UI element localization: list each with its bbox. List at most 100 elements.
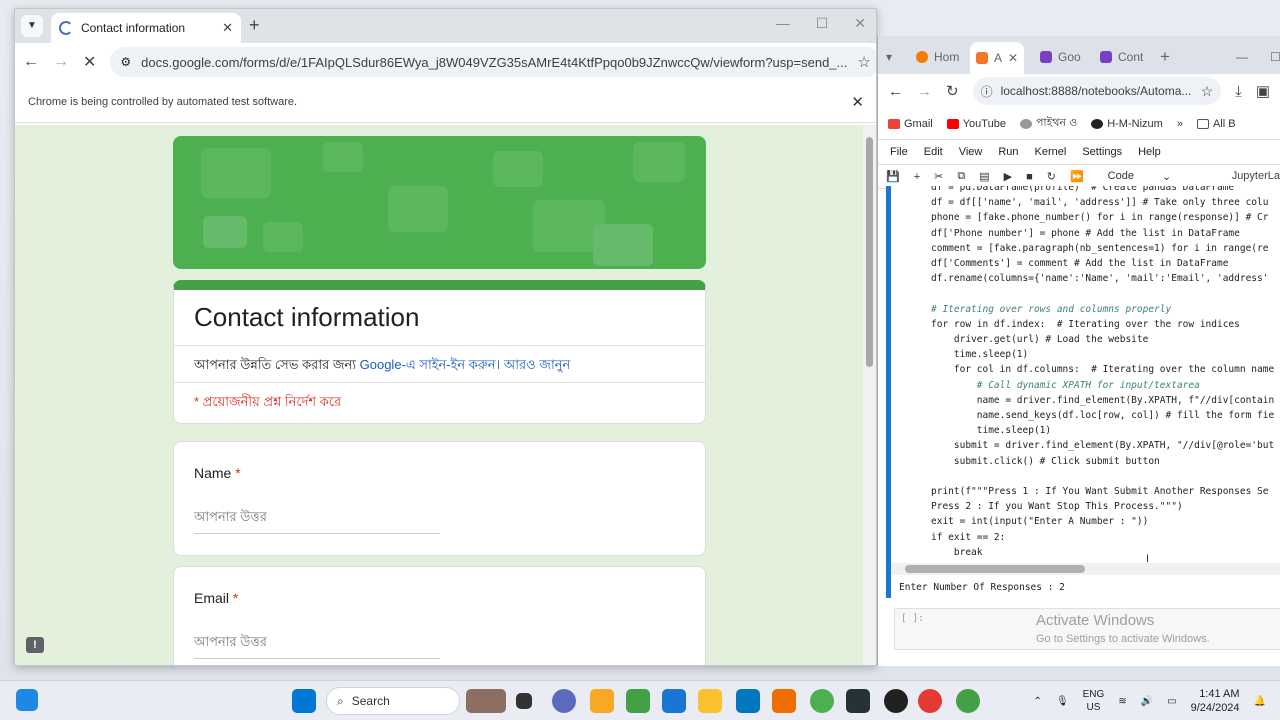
email-answer-input[interactable]: আপনার উত্তর	[194, 633, 440, 659]
back-icon[interactable]: ←	[888, 83, 903, 100]
volume-icon[interactable]: 🔊	[1141, 696, 1153, 707]
wifi-icon[interactable]: ≋	[1118, 696, 1126, 707]
microphone-icon[interactable]: 🎙	[1056, 696, 1069, 707]
chrome-icon[interactable]	[810, 689, 834, 713]
code-cell[interactable]: df = pd.DataFrame(profile) # Create pand…	[886, 186, 1280, 581]
terminal-icon[interactable]	[846, 689, 870, 713]
taskbar-search[interactable]: ⌕ Search	[326, 687, 460, 715]
feedback-icon[interactable]: !	[26, 637, 44, 653]
form-page: Contact information আপনার উন্নতি সেভ করা…	[15, 125, 865, 665]
extensions-icon[interactable]: ▣	[1256, 82, 1270, 100]
tab-dropdown-icon[interactable]: ▾	[886, 44, 892, 70]
info-icon[interactable]: ⓘ	[981, 83, 993, 100]
menu-run[interactable]: Run	[998, 146, 1018, 158]
forward-icon[interactable]: →	[53, 53, 69, 71]
restart-icon[interactable]: ↻	[1047, 170, 1056, 183]
bookmark-star-icon[interactable]: ☆	[1201, 83, 1214, 100]
battery-icon[interactable]: ▭	[1167, 696, 1176, 707]
file-icon[interactable]	[590, 689, 614, 713]
forms-tab-icon	[1100, 51, 1112, 63]
start-icon[interactable]	[292, 689, 316, 713]
all-bookmarks[interactable]: All B	[1196, 118, 1236, 130]
reload-icon[interactable]: ↻	[946, 82, 959, 100]
github-desktop-icon[interactable]	[884, 689, 908, 713]
infobar-close-icon[interactable]: ✕	[851, 93, 864, 111]
signin-link[interactable]: Google-এ সাইন-ইন করুন।	[360, 357, 501, 372]
required-note: * প্রয়োজনীয় প্রশ্ন নির্দেশ করে	[194, 394, 342, 409]
close-tab-icon[interactable]: ✕	[222, 20, 233, 36]
menu-kernel[interactable]: Kernel	[1035, 146, 1067, 158]
menu-view[interactable]: View	[959, 146, 983, 158]
automation-infobar: Chrome is being controlled by automated …	[15, 81, 876, 123]
code-editor[interactable]: df = pd.DataFrame(profile) # Create pand…	[931, 186, 1274, 560]
bookmark-gmail[interactable]: Gmail	[888, 118, 933, 130]
tab-contact[interactable]: Cont	[1100, 44, 1143, 70]
minimize-icon[interactable]: —	[1236, 44, 1248, 70]
chrome-profile-icon[interactable]	[956, 689, 980, 713]
bookmark-youtube[interactable]: YouTube	[946, 118, 1006, 130]
stop-loading-icon[interactable]: ✕	[83, 52, 96, 72]
notification-bell-icon[interactable]: 🔔	[1254, 696, 1266, 707]
task-view-icon[interactable]	[516, 693, 532, 709]
code-line: print(f"""Press 1 : If You Want Submit A…	[931, 486, 1269, 498]
learn-more-link[interactable]: আরও জানুন	[500, 357, 570, 372]
maximize-icon[interactable]: ☐	[1270, 44, 1280, 70]
tab-home[interactable]: Hom	[916, 44, 959, 70]
question-label-text: Email	[194, 590, 230, 606]
chrome-active-icon[interactable]	[918, 689, 942, 713]
tab-jupyter[interactable]: A ✕	[970, 42, 1025, 74]
run-all-icon[interactable]: ⏩	[1070, 170, 1084, 183]
menu-edit[interactable]: Edit	[924, 146, 943, 158]
new-tab-icon[interactable]: +	[1160, 44, 1170, 70]
save-icon[interactable]: 💾	[886, 170, 900, 183]
back-icon[interactable]: ←	[23, 53, 39, 71]
cell-type-select[interactable]: Code ⌄	[1108, 170, 1172, 183]
bookmark-python[interactable]: পাইথন ও	[1019, 114, 1077, 133]
bookmark-github[interactable]: H-M-Nizum	[1091, 118, 1163, 130]
bookmark-star-icon[interactable]: ☆	[857, 53, 870, 71]
horizontal-scrollbar[interactable]	[891, 563, 1280, 575]
chat-icon[interactable]	[552, 689, 576, 713]
widgets-icon[interactable]	[16, 689, 38, 711]
tab-search-dropdown-icon[interactable]: ▼	[21, 15, 43, 37]
new-tab-icon[interactable]: +	[249, 15, 260, 36]
address-bar[interactable]: ⚙ docs.google.com/forms/d/e/1FAIpQLSdur8…	[110, 47, 876, 77]
code-line: submit.click() # Click submit button	[931, 455, 1160, 467]
menu-file[interactable]: File	[890, 146, 908, 158]
scrollbar-thumb[interactable]	[905, 565, 1085, 573]
menu-help[interactable]: Help	[1138, 146, 1161, 158]
add-cell-icon[interactable]: +	[914, 171, 920, 183]
scrollbar-thumb[interactable]	[866, 137, 873, 367]
tab-contact-information[interactable]: Contact information ✕	[51, 13, 241, 43]
store-icon[interactable]	[736, 689, 760, 713]
news-icon[interactable]	[466, 689, 506, 713]
copy-icon[interactable]: ⧉	[957, 170, 965, 183]
show-hidden-icon[interactable]: ⌃	[1034, 696, 1042, 707]
cut-icon[interactable]: ✂	[934, 170, 943, 183]
close-window-icon[interactable]: ✕	[854, 15, 866, 32]
address-bar[interactable]: ⓘ localhost:8888/notebooks/Automa... ☆	[972, 77, 1222, 105]
paste-icon[interactable]: ▤	[979, 170, 989, 183]
explorer-icon[interactable]	[698, 689, 722, 713]
tab-google[interactable]: Goo	[1040, 44, 1081, 70]
minimize-icon[interactable]: —	[776, 15, 790, 32]
clock[interactable]: 1:41 AM 9/24/2024	[1191, 687, 1240, 715]
right-toolbar: ← → ↻ ⓘ localhost:8888/notebooks/Automa.…	[878, 74, 1280, 108]
run-icon[interactable]: ▶	[1004, 170, 1012, 183]
download-icon[interactable]: ⤓	[1235, 83, 1242, 100]
vscode-icon[interactable]	[662, 689, 686, 713]
more-bookmarks-icon[interactable]: »	[1177, 118, 1183, 130]
snipping-icon[interactable]	[772, 689, 796, 713]
language-indicator[interactable]: ENG US	[1083, 688, 1105, 714]
name-answer-input[interactable]: আপনার উত্তর	[194, 508, 440, 534]
menu-settings[interactable]: Settings	[1082, 146, 1122, 158]
maximize-icon[interactable]: ☐	[816, 15, 829, 32]
paint-icon[interactable]	[626, 689, 650, 713]
page-scrollbar[interactable]	[863, 125, 876, 665]
site-info-icon[interactable]: ⚙	[120, 55, 131, 69]
forward-icon[interactable]: →	[917, 83, 932, 100]
close-tab-icon[interactable]: ✕	[1008, 51, 1018, 65]
tab-label: Hom	[934, 50, 960, 64]
chrome-window-jupyter: ▾ Hom A ✕ Goo Cont + — ☐ ← → ↻ ⓘ localhos…	[877, 36, 1280, 666]
stop-icon[interactable]: ■	[1026, 171, 1033, 183]
